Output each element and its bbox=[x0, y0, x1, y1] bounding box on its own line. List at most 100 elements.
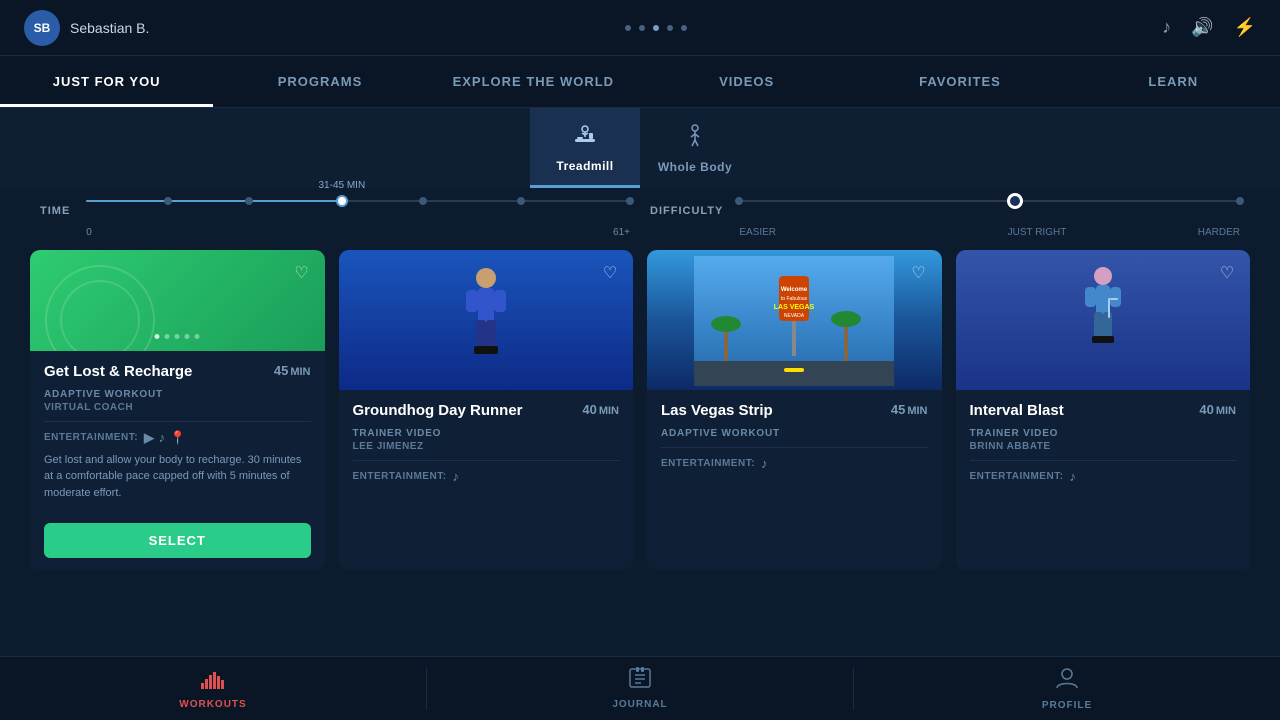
card-vegas-body: Las Vegas Strip 45 MIN ADAPTIVE WORKOUT … bbox=[647, 390, 942, 570]
card-get-lost-tag: ADAPTIVE WORKOUT bbox=[44, 389, 311, 400]
card-dot-4 bbox=[185, 334, 190, 339]
card-interval-body: Interval Blast 40 MIN TRAINER VIDEO BRIN… bbox=[956, 390, 1251, 570]
heart-icon-groundhog[interactable]: ♡ bbox=[597, 260, 623, 286]
avatar: SB bbox=[24, 10, 60, 46]
filter-row: TIME 31-45 MIN 0 61+ DI bbox=[40, 200, 1240, 222]
card-get-lost: ♡ Get Lost & Recharge 45 MIN ADAPTIVE WO… bbox=[30, 250, 325, 570]
card-groundhog-image bbox=[339, 250, 634, 390]
tab-treadmill[interactable]: Treadmill bbox=[530, 108, 640, 188]
progress-dots bbox=[625, 25, 687, 31]
card-get-lost-dots bbox=[155, 334, 200, 339]
bottom-nav-profile[interactable]: PROFILE bbox=[854, 657, 1280, 720]
time-dot-1 bbox=[164, 197, 172, 205]
time-filter-label: TIME bbox=[40, 205, 70, 217]
easier-label: EASIER bbox=[739, 227, 776, 238]
groundhog-person bbox=[339, 250, 634, 390]
svg-text:LAS VEGAS: LAS VEGAS bbox=[774, 304, 815, 311]
treadmill-icon bbox=[571, 121, 599, 155]
profile-icon bbox=[1055, 666, 1079, 696]
time-max-label: 61+ bbox=[613, 227, 630, 238]
difficulty-filter-label: DIFFICULTY bbox=[650, 205, 723, 217]
cards-area: ♡ Get Lost & Recharge 45 MIN ADAPTIVE WO… bbox=[0, 230, 1280, 590]
card-interval-title: Interval Blast bbox=[970, 402, 1064, 420]
interval-entertainment-icons: ♪ bbox=[1070, 469, 1077, 484]
nav-programs[interactable]: PROGRAMS bbox=[213, 56, 426, 107]
just-right-label: JUST RIGHT bbox=[1008, 227, 1067, 238]
header-left: SB Sebastian B. bbox=[24, 10, 149, 46]
card-interval-duration: 40 MIN bbox=[1199, 402, 1236, 417]
card-groundhog-entertainment: ENTERTAINMENT: ♪ bbox=[353, 469, 620, 484]
bluetooth-icon[interactable]: ⚡ bbox=[1234, 17, 1256, 38]
svg-text:NEVADA: NEVADA bbox=[784, 313, 805, 319]
bottom-nav-workouts[interactable]: WORKOUTS bbox=[0, 657, 426, 720]
filters: TIME 31-45 MIN 0 61+ DI bbox=[0, 188, 1280, 230]
card-dot-3 bbox=[175, 334, 180, 339]
card-vegas-title-row: Las Vegas Strip 45 MIN bbox=[661, 402, 928, 420]
card-get-lost-desc: Get lost and allow your body to recharge… bbox=[44, 452, 311, 502]
circle-inner bbox=[60, 280, 140, 351]
time-slider[interactable]: 31-45 MIN 0 61+ bbox=[86, 200, 630, 222]
card-interval-divider bbox=[970, 460, 1237, 461]
workouts-label: WORKOUTS bbox=[179, 699, 246, 710]
tab-whole-body-label: Whole Body bbox=[658, 160, 732, 174]
card-groundhog: ♡ Groundhog Day Runner 40 MIN TRAINER VI… bbox=[339, 250, 634, 570]
bottom-nav-journal[interactable]: JOURNAL bbox=[427, 657, 853, 720]
card-interval-title-row: Interval Blast 40 MIN bbox=[970, 402, 1237, 420]
heart-icon-vegas[interactable]: ♡ bbox=[906, 260, 932, 286]
svg-text:to Fabulous: to Fabulous bbox=[781, 296, 808, 302]
card-vegas-duration: 45 MIN bbox=[891, 402, 928, 417]
time-slider-labels: 0 61+ bbox=[86, 227, 630, 238]
nav-favorites[interactable]: FAVORITES bbox=[853, 56, 1066, 107]
card-get-lost-body: Get Lost & Recharge 45 MIN ADAPTIVE WORK… bbox=[30, 351, 325, 514]
card-get-lost-divider bbox=[44, 421, 311, 422]
vegas-scene: Welcome to Fabulous LAS VEGAS NEVADA bbox=[647, 250, 942, 390]
dot-2 bbox=[639, 25, 645, 31]
select-button[interactable]: SELECT bbox=[44, 523, 311, 558]
card-get-lost-duration: 45 MIN bbox=[274, 363, 311, 378]
sub-tabs: Treadmill Whole Body bbox=[0, 108, 1280, 188]
card-vegas-divider bbox=[661, 447, 928, 448]
music-icon[interactable]: ♪ bbox=[1162, 17, 1171, 38]
card-interval: ♡ Interval Blast 40 MIN TRAINER VIDEO BR… bbox=[956, 250, 1251, 570]
card-interval-tag: TRAINER VIDEO bbox=[970, 428, 1237, 439]
vegas-entertainment-icons: ♪ bbox=[761, 456, 768, 471]
difficulty-filter: DIFFICULTY EASIER JUST RIGHT HARDER bbox=[650, 200, 1240, 222]
card-vegas-image: Welcome to Fabulous LAS VEGAS NEVADA bbox=[647, 250, 942, 390]
card-vegas-title: Las Vegas Strip bbox=[661, 402, 773, 420]
time-slider-thumb[interactable] bbox=[336, 195, 348, 207]
volume-icon[interactable]: 🔊 bbox=[1191, 17, 1213, 38]
card-interval-image bbox=[956, 250, 1251, 390]
nav-explore-world[interactable]: EXPLORE THE WORLD bbox=[427, 56, 640, 107]
time-dot-2 bbox=[245, 197, 253, 205]
workouts-icon bbox=[200, 667, 226, 695]
svg-text:Welcome: Welcome bbox=[781, 287, 808, 293]
card-interval-entertainment: ENTERTAINMENT: ♪ bbox=[970, 469, 1237, 484]
heart-icon-get-lost[interactable]: ♡ bbox=[289, 260, 315, 286]
whole-body-icon bbox=[681, 122, 709, 156]
main-nav: JUST FOR YOU PROGRAMS EXPLORE THE WORLD … bbox=[0, 56, 1280, 108]
card-vegas-tag: ADAPTIVE WORKOUT bbox=[661, 428, 928, 439]
nav-videos[interactable]: VIDEOS bbox=[640, 56, 853, 107]
time-dot-4 bbox=[517, 197, 525, 205]
nav-just-for-you[interactable]: JUST FOR YOU bbox=[0, 56, 213, 107]
card-vegas-entertainment: ENTERTAINMENT: ♪ bbox=[661, 456, 928, 471]
time-slider-track bbox=[86, 200, 630, 202]
card-dot-5 bbox=[195, 334, 200, 339]
tab-whole-body[interactable]: Whole Body bbox=[640, 108, 750, 188]
card-groundhog-trainer: LEE JIMENEZ bbox=[353, 441, 620, 452]
tab-treadmill-label: Treadmill bbox=[556, 159, 613, 173]
time-value-label: 31-45 MIN bbox=[318, 180, 365, 191]
card-groundhog-duration: 40 MIN bbox=[582, 402, 619, 417]
difficulty-slider-thumb[interactable] bbox=[1007, 193, 1023, 209]
heart-icon-interval[interactable]: ♡ bbox=[1214, 260, 1240, 286]
journal-label: JOURNAL bbox=[612, 699, 667, 710]
profile-label: PROFILE bbox=[1042, 700, 1092, 711]
card-groundhog-divider bbox=[353, 460, 620, 461]
difficulty-slider[interactable]: EASIER JUST RIGHT HARDER bbox=[739, 200, 1240, 222]
card-get-lost-title: Get Lost & Recharge bbox=[44, 363, 192, 381]
diff-dot-1 bbox=[735, 197, 743, 205]
nav-learn[interactable]: LEARN bbox=[1067, 56, 1280, 107]
time-filter: TIME 31-45 MIN 0 61+ bbox=[40, 200, 630, 222]
dot-3 bbox=[653, 25, 659, 31]
card-get-lost-image bbox=[30, 250, 325, 351]
